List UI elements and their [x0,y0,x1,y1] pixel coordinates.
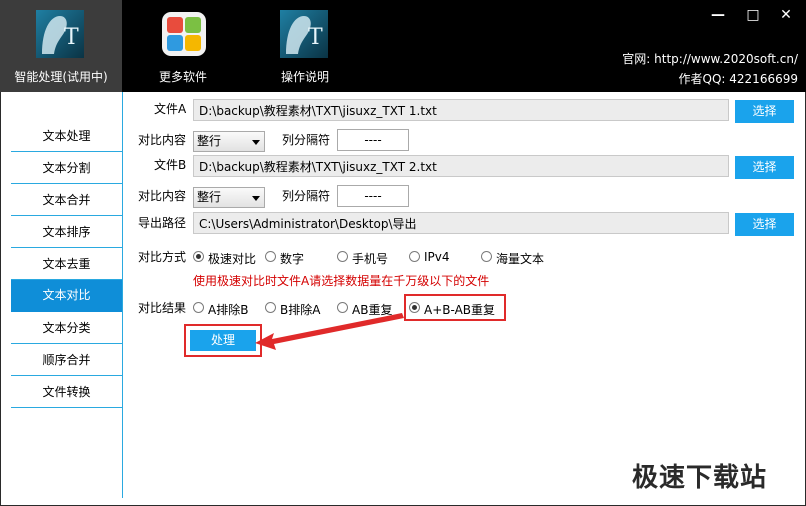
arrow-annotation-icon [255,313,404,350]
watermark-text: 极速下载站 [632,463,768,493]
